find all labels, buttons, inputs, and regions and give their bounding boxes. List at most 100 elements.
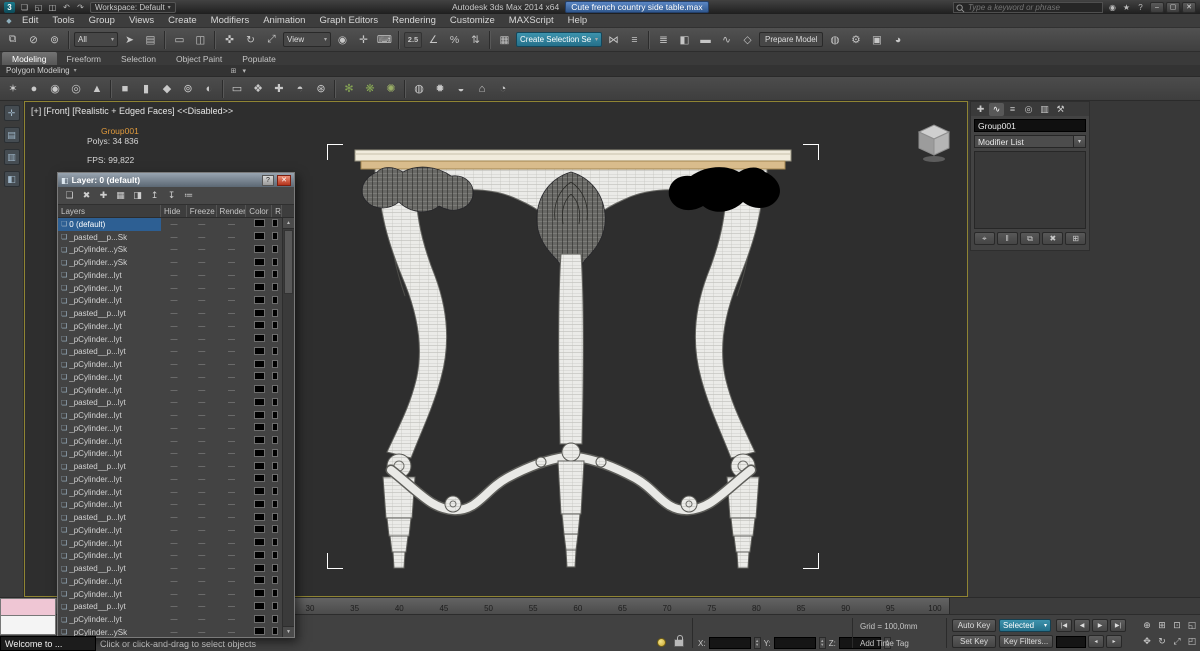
layer-freeze-toggle[interactable]: —	[187, 374, 217, 381]
layer-radiosity-cell[interactable]	[272, 244, 282, 255]
layer-render-toggle[interactable]: —	[217, 578, 247, 585]
layer-freeze-toggle[interactable]: —	[187, 438, 217, 445]
panel-options-icon[interactable]: ⊞	[231, 67, 237, 75]
column-header-layers[interactable]: Layers	[58, 205, 162, 217]
menu-tools[interactable]: Tools	[45, 14, 81, 28]
paste-objects-icon[interactable]: ↧	[165, 189, 178, 202]
layer-color-cell[interactable]	[246, 436, 272, 446]
layer-color-cell[interactable]	[246, 461, 272, 472]
mini-listener-macro-pane[interactable]	[0, 598, 56, 616]
scrollbar-thumb[interactable]	[284, 230, 293, 294]
ribbon-tab-modeling[interactable]: Modeling	[2, 52, 57, 65]
layer-hide-toggle[interactable]: —	[161, 285, 187, 292]
layer-radiosity-cell[interactable]	[272, 423, 282, 433]
zoom-region-icon[interactable]: ◱	[1185, 618, 1199, 632]
previous-frame-button[interactable]: ◀	[1074, 619, 1090, 632]
layer-freeze-toggle[interactable]: —	[187, 565, 217, 572]
layer-color-cell[interactable]	[246, 397, 272, 408]
field-of-view-icon[interactable]: ⤢	[1170, 634, 1184, 648]
layer-radiosity-cell[interactable]	[272, 601, 282, 612]
close-button[interactable]: ✕	[1182, 1, 1196, 13]
layer-render-toggle[interactable]: —	[217, 489, 247, 496]
burst-shape-icon[interactable]: ✹	[430, 79, 450, 99]
layer-row[interactable]: ❏ _pCylinder...lyt — — —	[58, 269, 282, 282]
layer-color-cell[interactable]	[246, 295, 272, 306]
layer-render-toggle[interactable]: —	[217, 616, 247, 623]
layer-name-cell[interactable]: ❏ _pCylinder...lyt	[58, 320, 161, 333]
layer-radiosity-cell[interactable]	[272, 257, 282, 268]
layer-freeze-toggle[interactable]: —	[187, 272, 217, 279]
layer-freeze-toggle[interactable]: —	[187, 489, 217, 496]
layer-radiosity-cell[interactable]	[272, 219, 282, 229]
plane-primitive-icon[interactable]: ▭	[227, 79, 247, 99]
menu-modifiers[interactable]: Modifiers	[204, 14, 257, 28]
table-model[interactable]	[325, 146, 825, 576]
x-coordinate-spinner[interactable]: ▲ ▼	[753, 637, 761, 649]
layer-name-cell[interactable]: ❏ _pasted__p...lyt	[58, 307, 161, 320]
layer-name-cell[interactable]: ❏ _pCylinder...lyt	[58, 333, 161, 346]
dialog-title-bar[interactable]: ◧ Layer: 0 (default) ? ✕	[58, 173, 294, 187]
layer-hide-toggle[interactable]: —	[161, 221, 187, 228]
auto-key-button[interactable]: Auto Key	[952, 619, 996, 632]
half-dome-icon[interactable]: ◒	[451, 79, 471, 99]
add-time-tag[interactable]: Add Time Tag	[860, 639, 909, 648]
polygon-modeling-panel-label[interactable]: Polygon Modeling	[6, 66, 70, 75]
layer-name-cell[interactable]: ❏ _pCylinder...lyt	[58, 613, 161, 626]
layer-row[interactable]: ❏ _pCylinder...lyt — — —	[58, 435, 282, 448]
favorites-icon[interactable]: ★	[1120, 2, 1133, 13]
set-key-button[interactable]: Set Key	[952, 635, 996, 648]
layer-hide-toggle[interactable]: —	[161, 603, 187, 610]
highlight-selected-layer-icon[interactable]: ◨	[131, 189, 144, 202]
capsule-primitive-icon[interactable]: ◐	[199, 79, 219, 99]
layer-render-toggle[interactable]: —	[217, 591, 247, 598]
ribbon-tab-object-paint[interactable]: Object Paint	[166, 52, 232, 65]
layer-hide-toggle[interactable]: —	[161, 361, 187, 368]
layer-color-cell[interactable]	[246, 538, 272, 548]
maximize-viewport-toggle-icon[interactable]: ◰	[1185, 634, 1199, 648]
layer-render-toggle[interactable]: —	[217, 425, 247, 432]
layer-row[interactable]: ❏ _pCylinder...lyt — — —	[58, 409, 282, 422]
x-coordinate-input[interactable]	[708, 637, 751, 649]
menu-help[interactable]: Help	[561, 14, 595, 28]
layer-radiosity-cell[interactable]	[272, 525, 282, 535]
layer-name-cell[interactable]: ❏ _pCylinder...lyt	[58, 358, 161, 371]
layer-color-cell[interactable]	[246, 525, 272, 535]
compound-object-icon[interactable]: ✚	[269, 79, 289, 99]
layer-color-cell[interactable]	[246, 410, 272, 421]
layer-color-cell[interactable]	[246, 283, 272, 293]
layer-name-cell[interactable]: ❏ _pCylinder...lyt	[58, 499, 161, 512]
make-unique-icon[interactable]: ⧉	[1019, 232, 1041, 245]
pan-view-icon[interactable]: ✥	[1140, 634, 1154, 648]
sphere-primitive-icon[interactable]: ●	[24, 79, 44, 99]
layer-radiosity-cell[interactable]	[272, 270, 282, 280]
layer-radiosity-cell[interactable]	[272, 448, 282, 459]
layout-preset-c-icon[interactable]: ◧	[3, 171, 20, 187]
layer-name-cell[interactable]: ❏ _pCylinder...lyt	[58, 537, 161, 550]
layer-radiosity-cell[interactable]	[272, 538, 282, 548]
layer-name-cell[interactable]: ❏ _pasted__p...lyt	[58, 562, 161, 575]
layer-render-toggle[interactable]: —	[217, 285, 247, 292]
select-by-name-icon[interactable]: ▤	[141, 30, 160, 49]
select-and-rotate-icon[interactable]: ↻	[241, 30, 260, 49]
menu-maxscript[interactable]: MAXScript	[502, 14, 561, 28]
layer-radiosity-cell[interactable]	[272, 550, 282, 561]
layer-radiosity-cell[interactable]	[272, 321, 282, 331]
layer-row[interactable]: ❏ _pCylinder...lyt — — —	[58, 384, 282, 397]
layer-hide-toggle[interactable]: —	[161, 552, 187, 559]
menu-edit[interactable]: Edit	[15, 14, 45, 28]
layer-color-cell[interactable]	[246, 385, 272, 395]
zoom-extents-icon[interactable]: ⊡	[1170, 618, 1184, 632]
object-name-field[interactable]: Group001	[974, 119, 1086, 132]
open-file-icon[interactable]: ◱	[32, 2, 45, 13]
create-tab-icon[interactable]: ✚	[973, 103, 988, 116]
ribbon-tab-selection[interactable]: Selection	[111, 52, 166, 65]
box-primitive-icon[interactable]: ■	[115, 79, 135, 99]
frame-number-field[interactable]	[1056, 635, 1086, 648]
pie-shape-icon[interactable]: ◔	[493, 79, 513, 99]
new-layer-icon[interactable]: ❏	[63, 189, 76, 202]
layer-row[interactable]: ❏ _pCylinder...lyt — — —	[58, 613, 282, 626]
geosphere-primitive-icon[interactable]: ◉	[45, 79, 65, 99]
layer-hide-toggle[interactable]: —	[161, 463, 187, 470]
layer-freeze-toggle[interactable]: —	[187, 285, 217, 292]
ribbon-tab-freeform[interactable]: Freeform	[57, 52, 111, 65]
